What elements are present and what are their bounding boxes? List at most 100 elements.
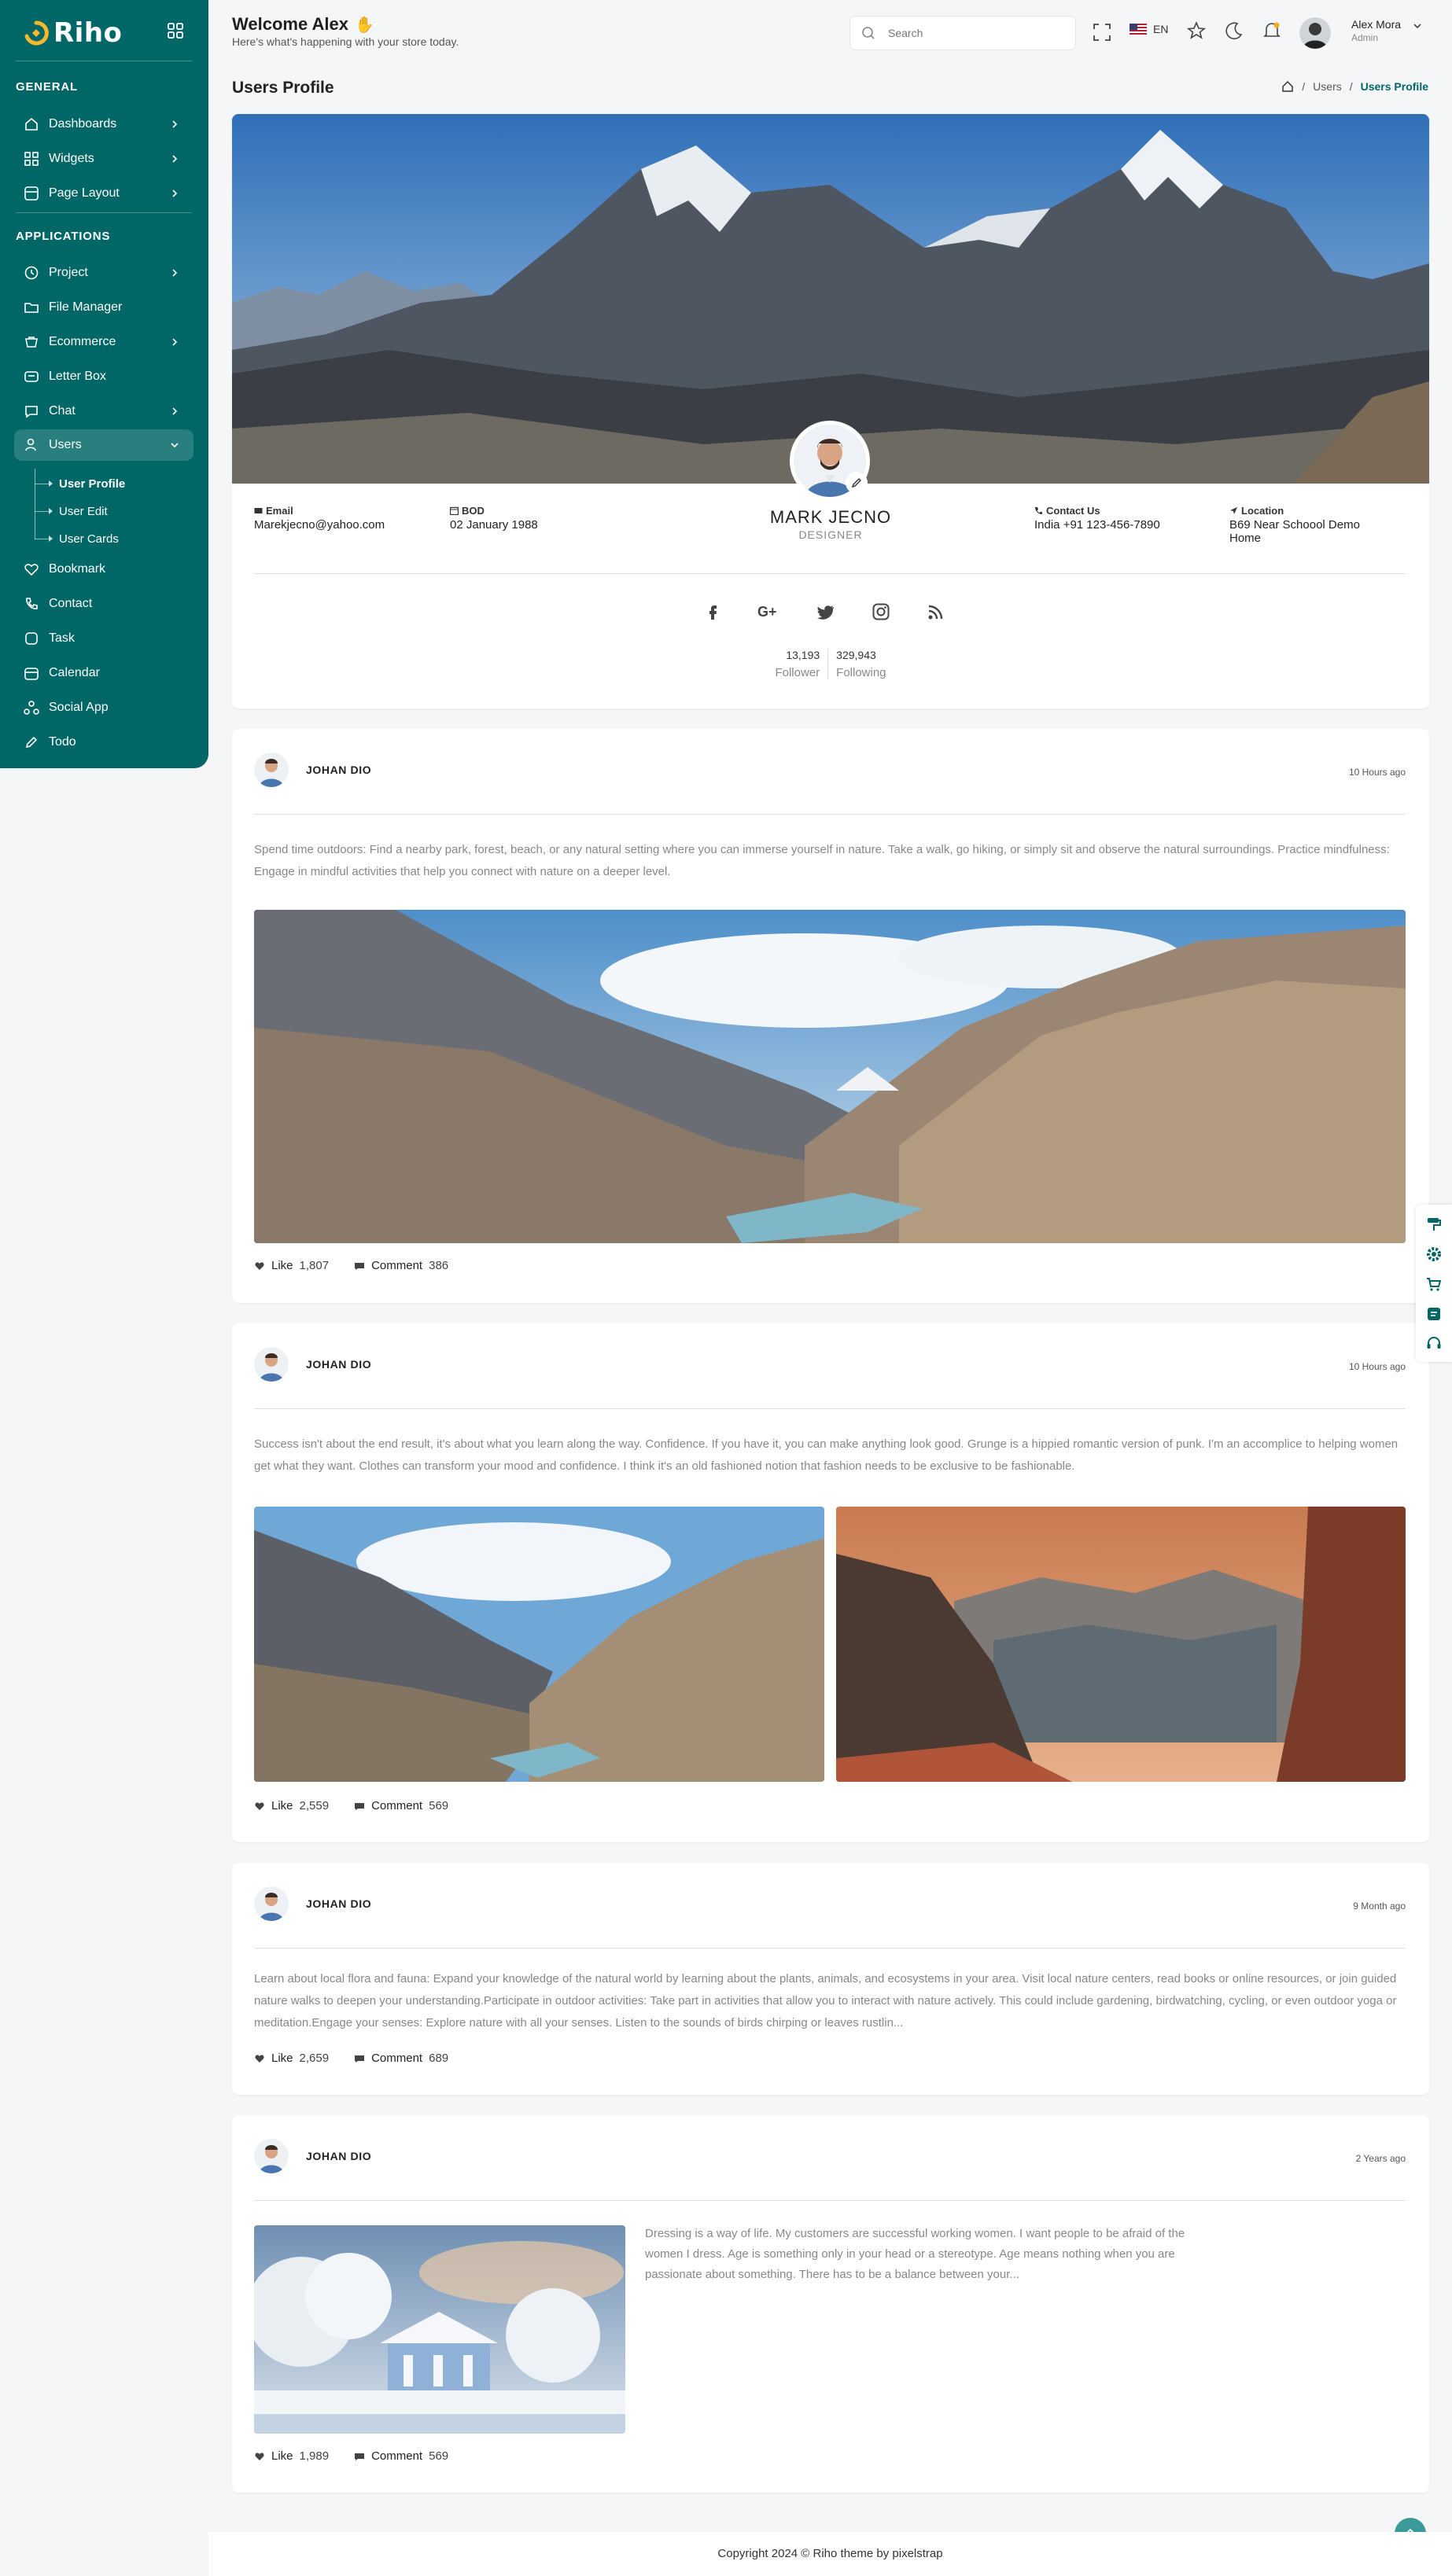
rss-icon[interactable] <box>926 602 946 622</box>
comment-count: 689 <box>429 2052 449 2065</box>
post-author[interactable]: JOHAN DIO <box>306 764 371 776</box>
heart-icon <box>24 564 39 576</box>
followers-count: 13,193 <box>786 649 820 661</box>
breadcrumb-users[interactable]: Users <box>1313 80 1342 93</box>
breadcrumb: / Users / Users Profile <box>1281 80 1428 93</box>
twitter-icon[interactable] <box>816 602 836 622</box>
like-label: Like <box>271 2449 293 2463</box>
comment-button[interactable]: Comment 386 <box>354 1259 448 1272</box>
like-button[interactable]: Like 2,559 <box>254 1799 329 1812</box>
user-role: Admin <box>1351 32 1379 43</box>
google-plus-icon[interactable]: G+ <box>757 602 781 622</box>
sidebar-item-file-manager[interactable]: File Manager <box>14 292 193 323</box>
language-selector[interactable]: EN <box>1130 23 1168 35</box>
post-image[interactable] <box>254 910 1406 1243</box>
sidebar-item-social-app[interactable]: Social App <box>14 692 193 723</box>
welcome-text: Welcome Alex <box>232 14 348 34</box>
cart-icon[interactable] <box>1425 1275 1443 1293</box>
post-author-avatar[interactable] <box>254 2139 289 2173</box>
sidebar-subitem-user-edit[interactable]: User Edit <box>35 502 108 521</box>
post-author-avatar[interactable] <box>254 1347 289 1382</box>
sidebar-item-dashboards[interactable]: Dashboards <box>14 109 193 140</box>
sidebar-item-chat[interactable]: Chat <box>14 396 193 427</box>
facebook-icon[interactable] <box>702 602 723 622</box>
like-button[interactable]: Like 2,659 <box>254 2052 329 2065</box>
document-icon[interactable] <box>1425 1305 1443 1323</box>
sidebar-item-contact[interactable]: Contact <box>14 588 193 620</box>
sidebar-item-calendar[interactable]: Calendar <box>14 657 193 689</box>
sidebar-item-label: Contact <box>49 597 93 610</box>
comment-button[interactable]: Comment 569 <box>354 1799 448 1812</box>
like-button[interactable]: Like 1,807 <box>254 1259 329 1272</box>
location-arrow-icon <box>1230 507 1237 514</box>
sidebar-item-todo[interactable]: Todo <box>14 727 193 758</box>
sidebar-item-label: Bookmark <box>49 562 106 576</box>
following-stat[interactable]: 329,943 Following <box>827 649 894 679</box>
sidebar-item-bookmark[interactable]: Bookmark <box>14 554 193 585</box>
heart-icon <box>255 2054 264 2063</box>
user-name[interactable]: Alex Mora <box>1351 18 1401 31</box>
logo-icon <box>24 20 49 46</box>
sidebar-item-project[interactable]: Project <box>14 257 193 289</box>
post-image-winter[interactable] <box>254 2225 625 2434</box>
comment-button[interactable]: Comment 689 <box>354 2052 448 2065</box>
user-avatar[interactable] <box>1299 17 1331 49</box>
sidebar-item-widgets[interactable]: Widgets <box>14 143 193 175</box>
task-icon <box>25 632 38 645</box>
post-time: 2 Years ago <box>1355 2153 1406 2164</box>
bell-icon[interactable] <box>1262 20 1282 41</box>
sidebar-item-letter-box[interactable]: Letter Box <box>14 361 193 392</box>
author-avatar-image <box>259 759 284 787</box>
settings-gear-icon[interactable] <box>1425 1246 1443 1263</box>
followers-stat[interactable]: 13,193 Follower <box>767 649 827 679</box>
comment-button[interactable]: Comment 569 <box>354 2449 448 2463</box>
fullscreen-icon[interactable] <box>1092 22 1112 42</box>
sidebar-item-task[interactable]: Task <box>14 623 193 654</box>
headset-support-icon[interactable] <box>1425 1335 1443 1352</box>
comment-icon <box>355 1262 365 1270</box>
sidebar-item-ecommerce[interactable]: Ecommerce <box>14 326 193 358</box>
home-icon[interactable] <box>1281 80 1294 93</box>
paint-roller-icon[interactable] <box>1425 1216 1443 1233</box>
chevron-down-icon <box>171 443 179 448</box>
chevron-down-icon[interactable] <box>1413 21 1422 31</box>
search-input[interactable] <box>888 27 1045 39</box>
heart-icon <box>255 2452 264 2460</box>
post-author[interactable]: JOHAN DIO <box>306 1358 371 1371</box>
contact-value: India +91 123-456-7890 <box>1034 518 1160 532</box>
sidebar-toggle-icon[interactable] <box>167 22 184 39</box>
section-general: GENERAL <box>16 80 78 94</box>
subitem-label: User Cards <box>59 532 119 546</box>
post-time: 9 Month ago <box>1353 1901 1406 1912</box>
post-author-avatar[interactable] <box>254 753 289 787</box>
brand-logo[interactable]: Riho <box>24 17 122 49</box>
like-count: 2,659 <box>299 2052 330 2065</box>
instagram-icon[interactable] <box>871 602 891 622</box>
post-author-avatar[interactable] <box>254 1886 289 1921</box>
like-label: Like <box>271 2052 293 2065</box>
edit-avatar-button[interactable] <box>846 472 868 494</box>
like-button[interactable]: Like 1,989 <box>254 2449 329 2463</box>
post-time: 10 Hours ago <box>1348 1361 1406 1372</box>
welcome-subtitle: Here's what's happening with your store … <box>232 35 459 48</box>
calendar-icon <box>24 668 39 680</box>
us-flag-icon <box>1130 24 1147 35</box>
sidebar-subitem-user-profile[interactable]: User Profile <box>35 474 125 493</box>
sidebar-item-page-layout[interactable]: Page Layout <box>14 178 193 209</box>
moon-icon[interactable] <box>1224 20 1244 41</box>
search-box[interactable] <box>849 16 1076 50</box>
post-image-canyon[interactable] <box>836 1507 1406 1782</box>
post-image-valley[interactable] <box>254 1507 824 1782</box>
star-icon[interactable] <box>1186 20 1207 41</box>
post-author[interactable]: JOHAN DIO <box>306 2150 371 2162</box>
cart-icon <box>25 337 38 348</box>
location-label: Location <box>1241 505 1284 517</box>
sidebar-subitem-user-cards[interactable]: User Cards <box>35 529 119 548</box>
following-count: 329,943 <box>836 649 876 661</box>
sidebar-item-label: Calendar <box>49 666 100 679</box>
sidebar-item-label: Letter Box <box>49 370 106 383</box>
comment-label: Comment <box>371 1259 423 1272</box>
sidebar-item-users[interactable]: Users <box>14 429 193 461</box>
pencil-icon <box>851 478 861 488</box>
post-author[interactable]: JOHAN DIO <box>306 1897 371 1910</box>
